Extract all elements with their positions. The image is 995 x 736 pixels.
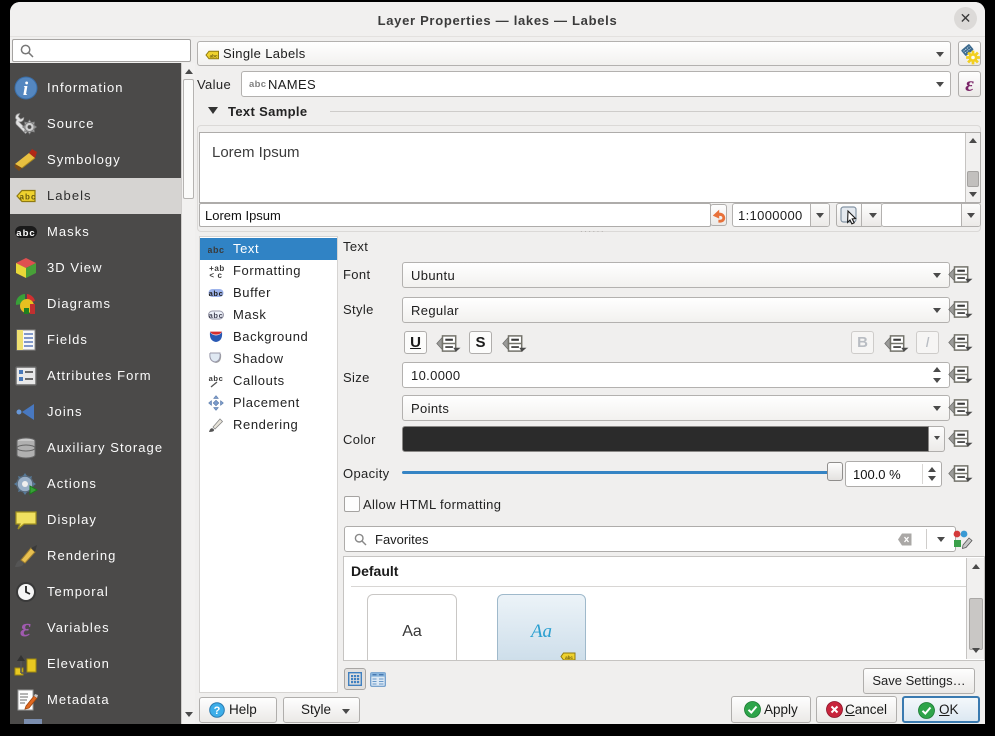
svg-text:abc: abc [208, 245, 224, 255]
svg-text:abc: abc [565, 655, 573, 660]
svg-text:ε: ε [20, 616, 32, 640]
svg-text:< c: < c [209, 271, 222, 279]
svg-text:?: ? [214, 705, 221, 717]
svg-text:i: i [23, 79, 29, 100]
svg-text:abc: abc [16, 228, 36, 239]
svg-text:abc: abc [209, 374, 224, 383]
svg-text:abc: abc [20, 193, 37, 202]
svg-text:abc: abc [209, 311, 224, 320]
svg-text:abc: abc [209, 289, 224, 298]
svg-text:abc: abc [210, 53, 218, 58]
